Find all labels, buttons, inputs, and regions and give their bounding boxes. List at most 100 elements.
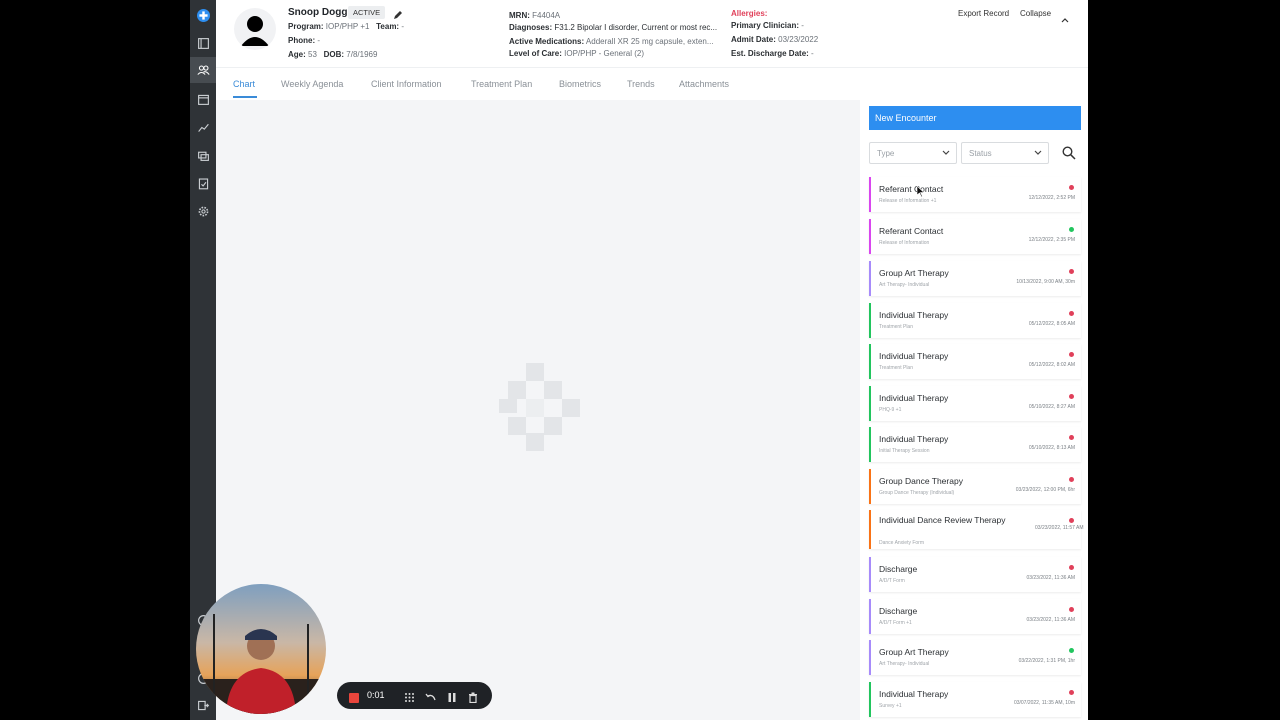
phone-row: Phone: - — [288, 36, 321, 45]
encounters-panel: New Encounter Type Status Referant Conta… — [860, 100, 1088, 720]
diagnoses-row: Diagnoses: F31.2 Bipolar I disorder, Cur… — [509, 23, 718, 32]
encounter-title: Individual Therapy — [879, 434, 949, 444]
loading-spinner-icon — [499, 363, 589, 458]
encounter-title: Individual Therapy — [879, 689, 949, 699]
encounter-card[interactable]: Discharge A/D/T Form 03/23/2022, 11:36 A… — [869, 557, 1081, 592]
encounter-card[interactable]: Individual Therapy PHQ-9 +1 05/10/2022, … — [869, 386, 1081, 421]
patient-header: Snoop Dogg ACTIVE Program: IOP/PHP +1 Te… — [216, 0, 1088, 68]
encounter-subtitle: Dance Anxiety Form — [879, 540, 925, 546]
collapse-button[interactable]: Collapse — [1020, 9, 1051, 18]
trends-icon[interactable] — [195, 119, 211, 135]
pause-icon[interactable] — [447, 690, 457, 708]
search-icon[interactable] — [1062, 146, 1076, 165]
logo-icon[interactable] — [195, 7, 211, 23]
encounter-card[interactable]: Individual Dance Review Therapy Dance An… — [869, 510, 1084, 549]
encounter-date: 12/12/2022, 2:52 PM — [1028, 195, 1075, 201]
encounter-date: 05/10/2022, 8:13 AM — [1028, 445, 1075, 451]
tab-trends[interactable]: Trends — [627, 79, 655, 89]
trash-icon[interactable] — [468, 690, 478, 708]
encounter-card[interactable]: Individual Therapy Survey +1 03/07/2022,… — [869, 682, 1081, 717]
stop-record-button[interactable] — [349, 690, 359, 708]
status-dot — [1069, 565, 1074, 570]
encounter-title: Group Art Therapy — [879, 268, 949, 278]
chevron-down-icon — [1034, 149, 1042, 158]
avatar — [234, 8, 276, 50]
mrn-row: MRN: F4404A — [509, 11, 561, 20]
clinician-row: Primary Clinician: - — [731, 21, 804, 30]
status-dot — [1069, 435, 1074, 440]
status-dot — [1069, 394, 1074, 399]
encounter-card[interactable]: Group Art Therapy Art Therapy- Individua… — [869, 261, 1081, 296]
export-record-button[interactable]: Export Record — [958, 9, 1009, 18]
status-select[interactable]: Status — [961, 142, 1049, 164]
encounter-title: Discharge — [879, 606, 918, 616]
encounter-title: Individual Therapy — [879, 351, 949, 361]
tab-client-information[interactable]: Client Information — [371, 79, 442, 89]
admit-row: Admit Date: 03/23/2022 — [731, 35, 819, 44]
status-dot — [1069, 227, 1074, 232]
encounter-card[interactable]: Referant Contact Release of Information … — [869, 219, 1081, 254]
encounter-card[interactable]: Individual Therapy Treatment Plan 05/12/… — [869, 344, 1081, 379]
encounter-card[interactable]: Group Dance Therapy Group Dance Therapy … — [869, 469, 1081, 504]
allergies-label: Allergies: — [731, 9, 768, 18]
records-icon[interactable] — [195, 35, 211, 51]
status-badge: ACTIVE — [348, 6, 386, 19]
encounter-title: Individual Therapy — [879, 310, 949, 320]
tab-biometrics[interactable]: Biometrics — [559, 79, 601, 89]
encounter-card[interactable]: Individual Therapy Initial Therapy Sessi… — [869, 427, 1081, 462]
gear-icon[interactable] — [195, 203, 211, 219]
encounter-card[interactable]: Referant Contact Release of Information … — [869, 177, 1081, 212]
medications-row: Active Medications: Adderall XR 25 mg ca… — [509, 37, 714, 46]
clients-icon[interactable] — [190, 57, 216, 83]
recorder-bar: 0:01 — [337, 682, 492, 709]
encounter-subtitle: PHQ-9 +1 — [879, 407, 902, 413]
tab-bar: Chart Weekly Agenda Client Information T… — [216, 70, 1088, 100]
encounter-title: Discharge — [879, 564, 918, 574]
age-row: Age: 53 DOB: 7/8/1969 — [288, 50, 378, 59]
status-dot — [1069, 352, 1074, 357]
program-row: Program: IOP/PHP +1 Team: - — [288, 22, 404, 31]
status-dot — [1069, 690, 1074, 695]
encounter-title: Individual Dance Review Therapy — [879, 515, 1006, 525]
encounter-subtitle: Treatment Plan — [879, 365, 913, 371]
undo-icon[interactable] — [425, 690, 436, 708]
encounter-date: 03/23/2022, 11:57 AM — [1035, 525, 1084, 531]
new-encounter-button[interactable]: New Encounter — [869, 106, 1081, 130]
encounter-subtitle: Release of Information +1 — [879, 198, 937, 204]
encounter-date: 03/22/2022, 1:31 PM, 1hr — [1018, 658, 1075, 664]
tab-attachments[interactable]: Attachments — [679, 79, 729, 89]
encounter-title: Group Dance Therapy — [879, 476, 963, 486]
tab-treatment-plan[interactable]: Treatment Plan — [471, 79, 532, 89]
type-select[interactable]: Type — [869, 142, 957, 164]
encounter-subtitle: Release of Information — [879, 240, 930, 246]
encounter-date: 03/23/2022, 11:36 AM — [1026, 617, 1075, 623]
groups-icon[interactable] — [195, 147, 211, 163]
tab-chart[interactable]: Chart — [233, 79, 255, 89]
status-dot — [1069, 648, 1074, 653]
encounter-subtitle: Treatment Plan — [879, 324, 913, 330]
status-dot — [1069, 311, 1074, 316]
encounter-subtitle: A/D/T Form — [879, 578, 905, 584]
encounter-date: 12/12/2022, 2:35 PM — [1028, 237, 1075, 243]
logout-icon[interactable] — [195, 697, 211, 713]
active-tab-indicator — [233, 96, 257, 98]
clipboard-icon[interactable] — [195, 175, 211, 191]
encounter-card[interactable]: Discharge A/D/T Form +1 03/23/2022, 11:3… — [869, 599, 1081, 634]
tab-weekly-agenda[interactable]: Weekly Agenda — [281, 79, 343, 89]
encounter-date: 10/13/2022, 9:00 AM, 30m — [1016, 279, 1075, 285]
grid-icon[interactable] — [404, 690, 415, 708]
encounter-subtitle: Art Therapy- Individual — [879, 282, 930, 288]
encounter-subtitle: Initial Therapy Session — [879, 448, 930, 454]
patient-name: Snoop Dogg — [288, 7, 348, 18]
encounter-subtitle: Art Therapy- Individual — [879, 661, 930, 667]
encounter-card[interactable]: Individual Therapy Treatment Plan 05/12/… — [869, 303, 1081, 338]
discharge-row: Est. Discharge Date: - — [731, 49, 814, 58]
level-of-care-row: Level of Care: IOP/PHP - General (2) — [509, 49, 645, 58]
calendar-icon[interactable] — [195, 91, 211, 107]
encounter-card[interactable]: Group Art Therapy Art Therapy- Individua… — [869, 640, 1081, 675]
encounter-date: 05/10/2022, 8:27 AM — [1028, 404, 1075, 410]
encounter-title: Individual Therapy — [879, 393, 949, 403]
status-dot — [1069, 185, 1074, 190]
chevron-up-icon[interactable] — [1061, 10, 1069, 28]
encounter-date: 03/07/2022, 11:35 AM, 10m — [1013, 700, 1075, 706]
